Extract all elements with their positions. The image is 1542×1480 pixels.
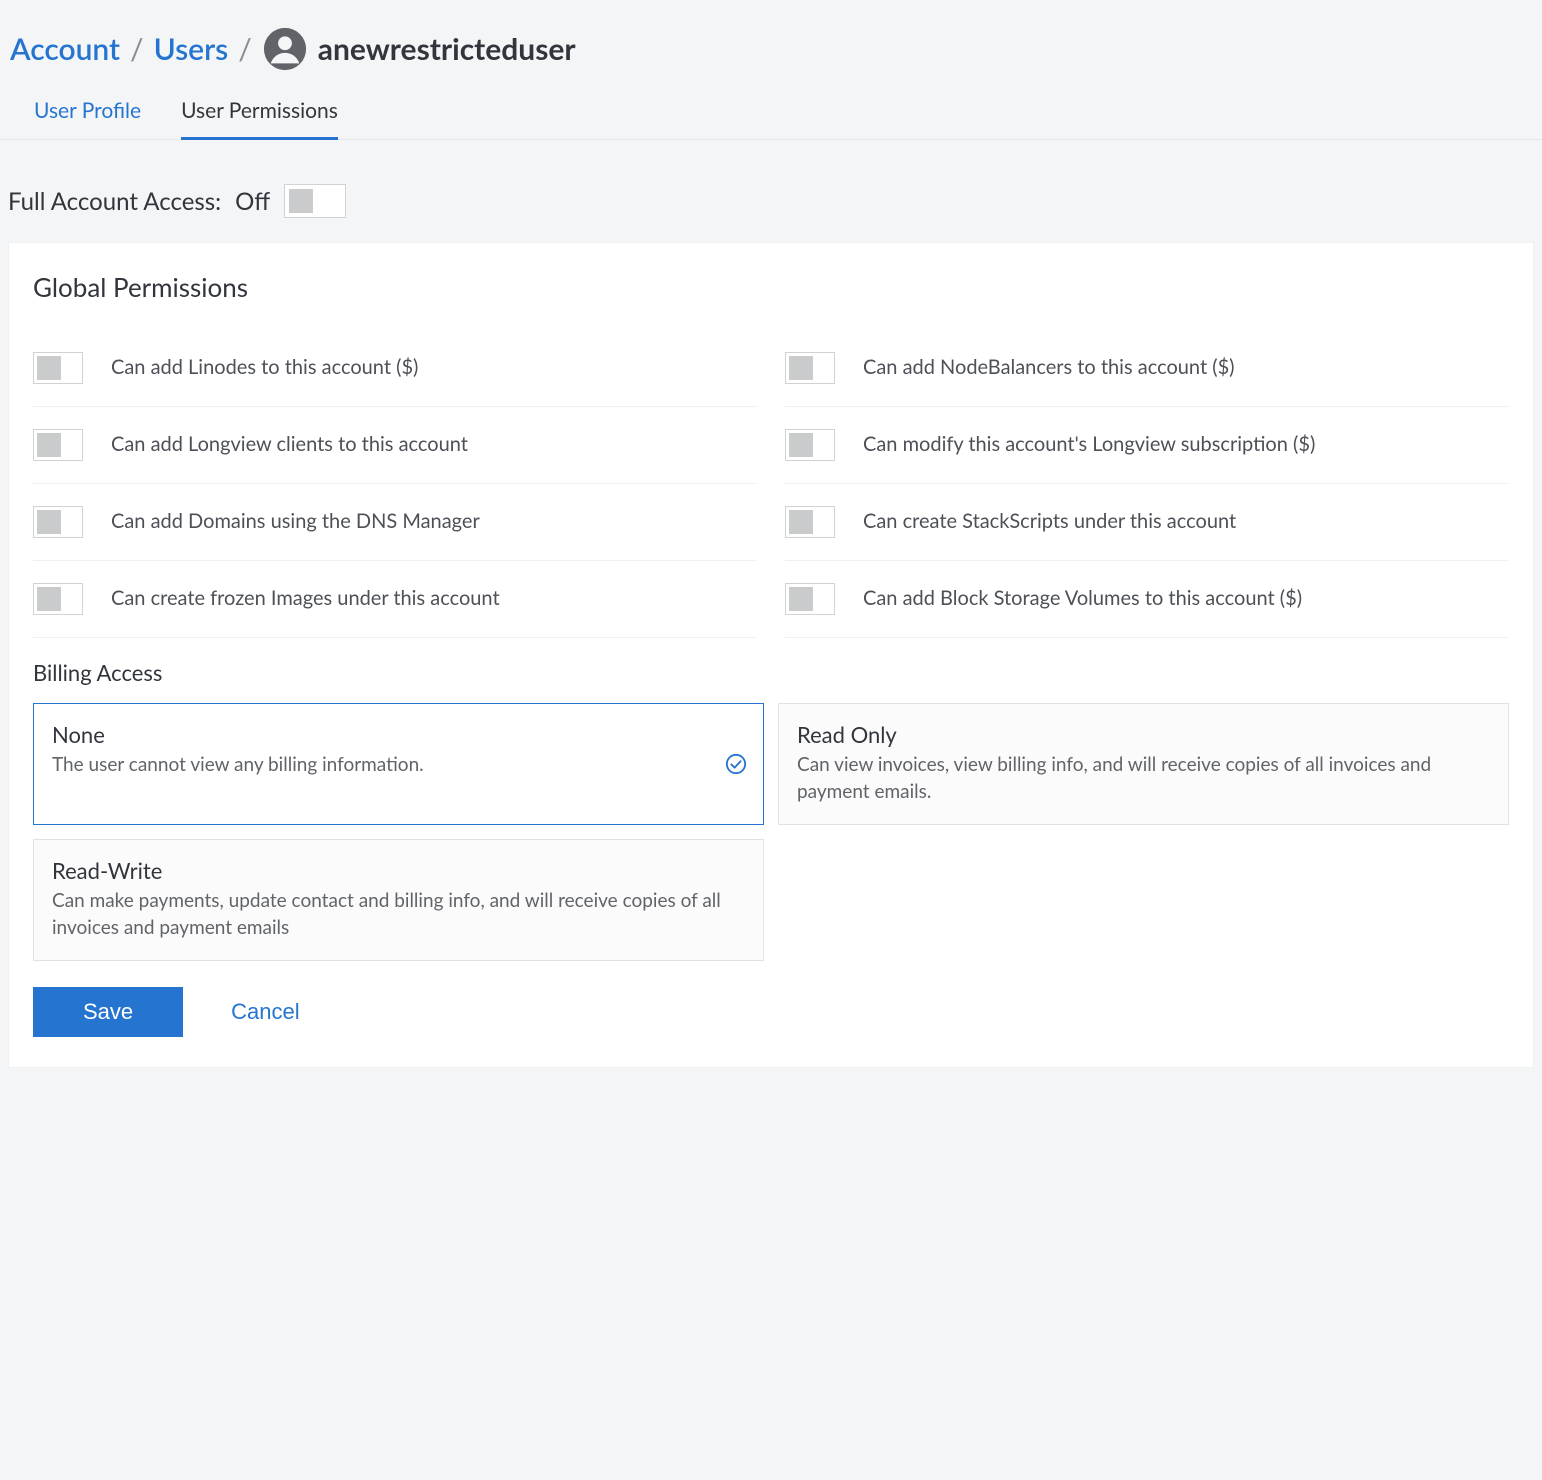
billing-access-heading: Billing Access xyxy=(33,658,1509,689)
billing-option-desc: Can view invoices, view billing info, an… xyxy=(797,752,1490,805)
breadcrumb-account-link[interactable]: Account xyxy=(10,28,120,70)
tab-user-profile[interactable]: User Profile xyxy=(34,88,141,139)
billing-option-title: Read-Write xyxy=(52,856,745,887)
permission-item: Can add Linodes to this account ($) xyxy=(33,330,757,407)
permission-item: Can add Domains using the DNS Manager xyxy=(33,484,757,561)
permissions-grid: Can add Linodes to this account ($) Can … xyxy=(33,330,1509,638)
permission-item: Can modify this account's Longview subsc… xyxy=(785,407,1509,484)
permission-label: Can add NodeBalancers to this account ($… xyxy=(863,354,1235,381)
action-row: Save Cancel xyxy=(33,987,1509,1037)
permission-label: Can create StackScripts under this accou… xyxy=(863,508,1236,535)
permission-checkbox[interactable] xyxy=(785,506,835,538)
breadcrumb-separator: / xyxy=(130,28,144,70)
permission-label: Can modify this account's Longview subsc… xyxy=(863,431,1315,458)
full-account-access-row: Full Account Access: Off xyxy=(0,140,1542,242)
full-account-access-value: Off xyxy=(235,185,270,219)
full-account-access-toggle[interactable] xyxy=(284,184,346,218)
breadcrumb-current-user: anewrestricteduser xyxy=(318,28,576,70)
permission-checkbox[interactable] xyxy=(33,506,83,538)
breadcrumb-separator: / xyxy=(238,28,252,70)
tab-user-permissions[interactable]: User Permissions xyxy=(181,88,338,140)
billing-option-desc: The user cannot view any billing informa… xyxy=(52,752,641,779)
save-button[interactable]: Save xyxy=(33,987,183,1037)
toggle-knob xyxy=(289,189,313,213)
permission-item: Can create frozen Images under this acco… xyxy=(33,561,757,638)
full-account-access-label: Full Account Access: xyxy=(8,185,221,219)
billing-option-read-write[interactable]: Read-Write Can make payments, update con… xyxy=(33,839,764,961)
billing-option-title: Read Only xyxy=(797,720,1490,751)
global-permissions-panel: Global Permissions Can add Linodes to th… xyxy=(8,242,1534,1067)
permission-checkbox[interactable] xyxy=(785,583,835,615)
permission-checkbox[interactable] xyxy=(785,429,835,461)
global-permissions-heading: Global Permissions xyxy=(33,269,1509,305)
billing-option-desc: Can make payments, update contact and bi… xyxy=(52,888,745,941)
permission-checkbox[interactable] xyxy=(785,352,835,384)
user-avatar-icon xyxy=(262,26,308,72)
billing-option-read-only[interactable]: Read Only Can view invoices, view billin… xyxy=(778,703,1509,825)
permission-item: Can add NodeBalancers to this account ($… xyxy=(785,330,1509,407)
permission-item: Can add Block Storage Volumes to this ac… xyxy=(785,561,1509,638)
cancel-button[interactable]: Cancel xyxy=(231,999,299,1025)
check-circle-icon xyxy=(725,753,747,775)
permission-item: Can create StackScripts under this accou… xyxy=(785,484,1509,561)
permission-label: Can add Domains using the DNS Manager xyxy=(111,508,480,535)
breadcrumb: Account / Users / anewrestricteduser xyxy=(0,0,1542,88)
permission-label: Can add Linodes to this account ($) xyxy=(111,354,418,381)
breadcrumb-users-link[interactable]: Users xyxy=(154,28,229,70)
billing-option-none[interactable]: None The user cannot view any billing in… xyxy=(33,703,764,825)
permission-label: Can create frozen Images under this acco… xyxy=(111,585,500,612)
permission-checkbox[interactable] xyxy=(33,352,83,384)
permission-item: Can add Longview clients to this account xyxy=(33,407,757,484)
permission-checkbox[interactable] xyxy=(33,429,83,461)
billing-options-grid: None The user cannot view any billing in… xyxy=(33,703,1509,961)
permission-checkbox[interactable] xyxy=(33,583,83,615)
permission-label: Can add Block Storage Volumes to this ac… xyxy=(863,585,1302,612)
tabs: User Profile User Permissions xyxy=(0,88,1542,140)
permission-label: Can add Longview clients to this account xyxy=(111,431,468,458)
billing-option-title: None xyxy=(52,720,641,751)
